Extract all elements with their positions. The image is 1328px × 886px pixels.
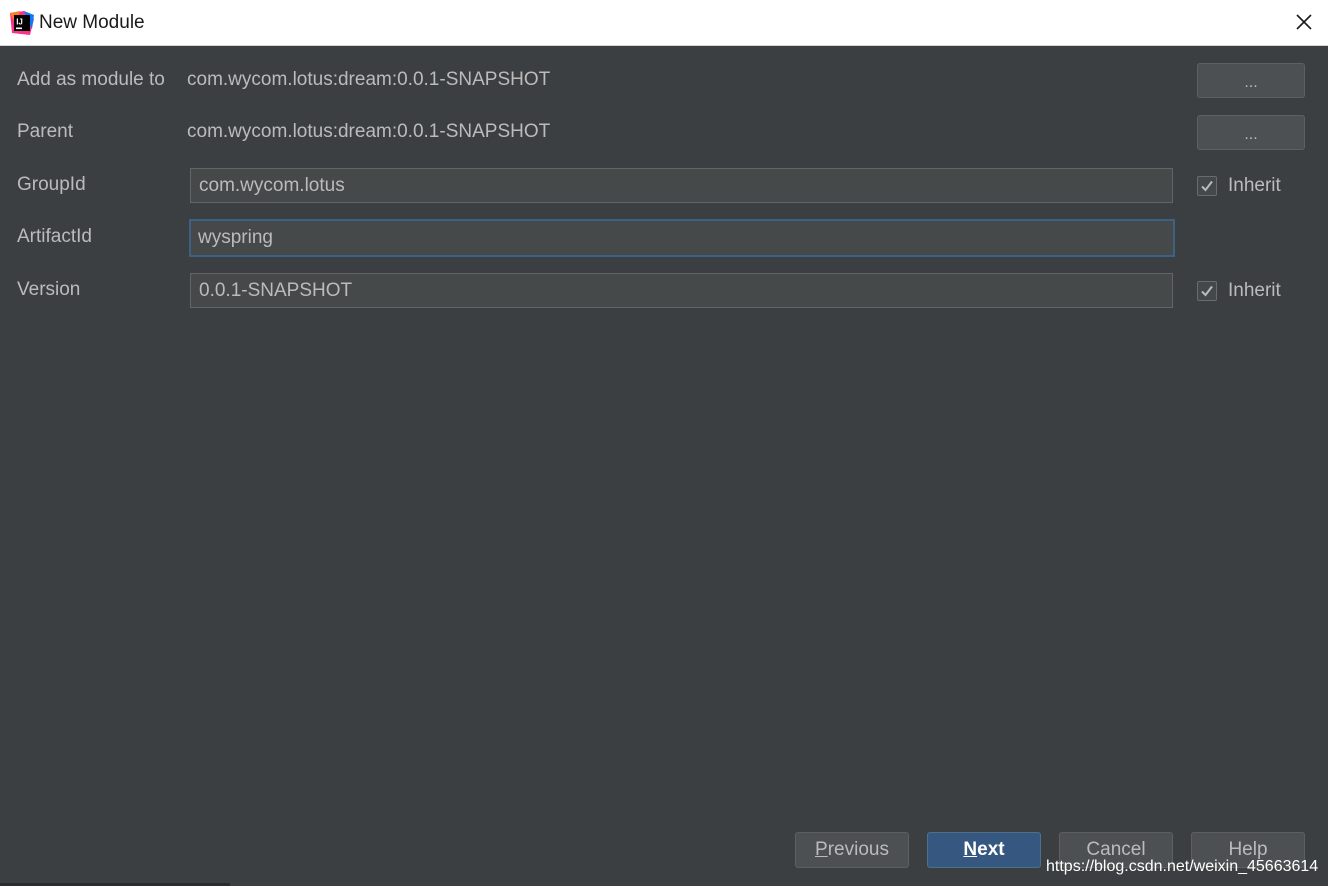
previous-label-rest: revious — [827, 839, 889, 860]
group-id-inherit-label: Inherit — [1228, 175, 1281, 196]
group-id-field[interactable] — [190, 168, 1173, 203]
next-mnemonic: N — [963, 839, 978, 860]
add-as-module-label: Add as module to — [17, 69, 165, 90]
svg-text:IJ: IJ — [16, 18, 23, 27]
checkbox-checked-icon[interactable] — [1197, 176, 1217, 196]
version-field[interactable] — [190, 273, 1173, 308]
intellij-idea-icon: IJ — [10, 11, 34, 35]
group-id-inherit-checkbox[interactable]: Inherit — [1197, 174, 1281, 198]
close-icon[interactable] — [1292, 10, 1316, 34]
version-input[interactable] — [191, 274, 1172, 307]
title-bar: IJ New Module — [0, 0, 1328, 46]
parent-browse-button[interactable]: ... — [1197, 115, 1305, 150]
version-label: Version — [17, 279, 81, 300]
add-as-module-value: com.wycom.lotus:dream:0.0.1-SNAPSHOT — [187, 69, 551, 90]
parent-value: com.wycom.lotus:dream:0.0.1-SNAPSHOT — [187, 121, 551, 142]
add-as-module-browse-button[interactable]: ... — [1197, 63, 1305, 98]
group-id-label: GroupId — [17, 174, 86, 195]
artifact-id-label: ArtifactId — [17, 226, 92, 247]
parent-label: Parent — [17, 121, 73, 142]
previous-mnemonic: P — [815, 839, 828, 860]
artifact-id-field[interactable] — [189, 219, 1175, 257]
version-inherit-checkbox[interactable]: Inherit — [1197, 279, 1281, 303]
previous-button[interactable]: Previous — [795, 832, 909, 868]
artifact-id-input[interactable] — [191, 221, 1173, 255]
next-label-rest: ext — [977, 839, 1005, 860]
group-id-input[interactable] — [191, 169, 1172, 202]
next-button[interactable]: Next — [927, 832, 1041, 868]
window-title: New Module — [39, 12, 145, 33]
watermark-text: https://blog.csdn.net/weixin_45663614 — [1046, 858, 1319, 875]
checkbox-checked-icon[interactable] — [1197, 281, 1217, 301]
version-inherit-label: Inherit — [1228, 280, 1281, 301]
